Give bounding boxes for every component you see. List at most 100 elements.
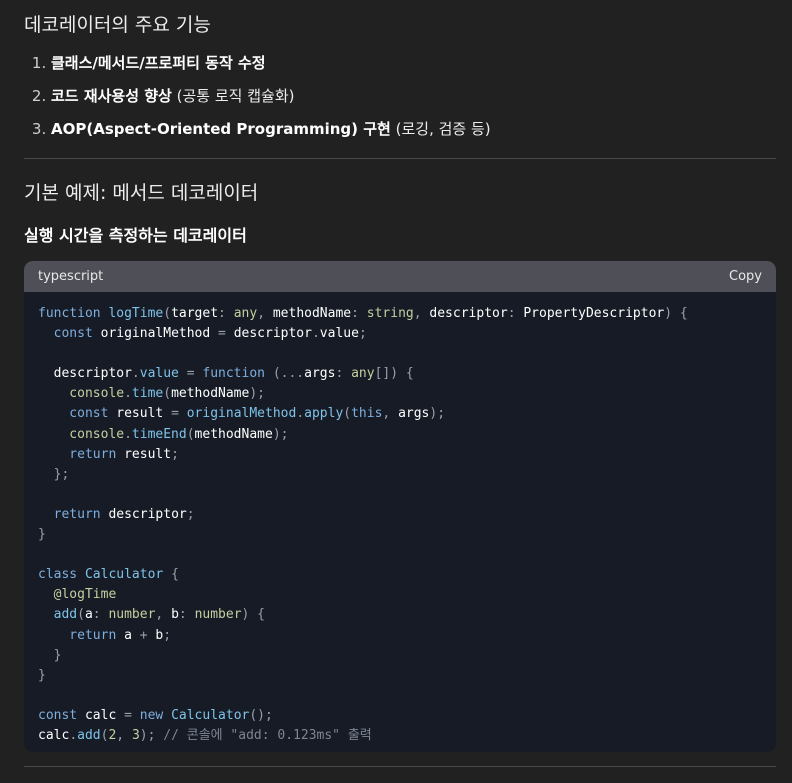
code-token: : <box>507 306 524 321</box>
code-token: Calculator <box>84 567 164 583</box>
code-token: result <box>124 446 172 462</box>
code-line: } <box>38 647 62 663</box>
code-token: . <box>124 426 132 442</box>
code-token: // 콘솔에 "add: 0.123ms" 출력 <box>163 727 372 743</box>
code-token: return <box>38 446 125 462</box>
code-language-label: typescript <box>38 269 104 284</box>
code-token: a <box>84 607 93 623</box>
list-item: 코드 재사용성 향상 (공통 로직 캡슐화) <box>51 85 776 107</box>
code-block: typescript Copy function logTime(target:… <box>24 261 776 752</box>
code-token: b <box>171 607 179 623</box>
code-token: PropertyDescriptor <box>523 306 665 321</box>
code-line: descriptor.value = function (...args: an… <box>38 366 414 381</box>
code-token: Calculator <box>171 707 250 723</box>
code-token: function <box>202 366 273 382</box>
code-line: calc.add(2, 3); // 콘솔에 "add: 0.123ms" 출력 <box>38 728 372 743</box>
code-token: methodName <box>194 426 273 442</box>
code-token: . <box>311 326 320 342</box>
code-token: = <box>178 366 203 382</box>
code-token: originalMethod <box>100 326 211 342</box>
code-token: : <box>218 306 234 321</box>
code-line: function logTime(target: any, methodName… <box>38 306 688 321</box>
code-token: result <box>116 406 164 422</box>
code-token: args <box>304 366 336 382</box>
code-token: (... <box>272 366 305 382</box>
code-token: , <box>413 306 430 321</box>
code-line: const calc = new Calculator(); <box>38 708 273 723</box>
code-token: ; <box>358 326 367 342</box>
code-token: : <box>178 607 195 623</box>
code-token: return <box>38 627 125 643</box>
code-token: timeEnd <box>131 426 187 442</box>
code-token: : <box>335 366 352 382</box>
code-token: any <box>351 366 375 382</box>
code-token: (); <box>249 707 273 723</box>
code-token: class <box>38 567 85 583</box>
code-token: { <box>163 567 179 583</box>
code-token: number <box>108 607 156 623</box>
code-token: : <box>92 607 109 623</box>
code-token: ; <box>171 446 179 462</box>
features-heading: 데코레이터의 주요 기능 <box>24 14 211 36</box>
copy-button[interactable]: Copy <box>729 269 762 284</box>
code-token: apply <box>304 406 344 422</box>
code-token: value <box>319 326 359 342</box>
code-token: . <box>131 366 140 382</box>
list-item: AOP(Aspect-Oriented Programming) 구현 (로깅,… <box>51 118 776 140</box>
code-token: = <box>116 707 140 723</box>
code-token: }; <box>38 466 70 482</box>
code-token: ); <box>272 426 289 442</box>
code-token: = <box>163 406 187 422</box>
code-token: methodName <box>272 306 352 321</box>
feature-rest: (로깅, 검증 등) <box>390 120 491 138</box>
code-token: ; <box>186 506 195 522</box>
code-line: add(a: number, b: number) { <box>38 607 265 622</box>
code-token: originalMethod <box>186 406 297 422</box>
code-token: . <box>69 727 78 743</box>
code-token: , <box>155 607 172 623</box>
code-token: this <box>351 406 383 422</box>
code-token: } <box>38 647 62 663</box>
code-token: ) { <box>664 306 688 321</box>
code-token: []) { <box>374 366 414 382</box>
code-token: any <box>233 306 258 321</box>
code-line: class Calculator { <box>38 567 179 582</box>
code-token: time <box>131 386 164 402</box>
code-token: calc <box>84 707 117 723</box>
code-token: descriptor <box>108 506 187 522</box>
code-token: const <box>38 707 85 723</box>
code-token: descriptor <box>233 326 312 342</box>
feature-bold: 클래스/메서드/프로퍼티 동작 수정 <box>51 54 266 72</box>
code-token: methodName <box>171 386 250 402</box>
code-token: ( <box>343 406 352 422</box>
feature-rest: (공통 로직 캡슐화) <box>171 87 295 105</box>
code-token: console <box>38 386 125 402</box>
code-token: new <box>139 707 172 723</box>
code-line: const result = originalMethod.apply(this… <box>38 406 445 421</box>
code-token: string <box>366 306 414 321</box>
code-token: : <box>351 306 367 321</box>
feature-bold: AOP(Aspect-Oriented Programming) 구현 <box>51 120 391 138</box>
code-token: target <box>171 306 219 321</box>
code-token: , <box>116 727 132 743</box>
code-token: args <box>398 406 430 422</box>
code-token: descriptor <box>38 366 132 382</box>
code-token: ); <box>249 386 265 402</box>
code-token: add <box>38 607 78 623</box>
code-header: typescript Copy <box>24 261 776 292</box>
exec-time-heading: 실행 시간을 측정하는 데코레이터 <box>24 226 247 245</box>
code-token: ); <box>429 406 446 422</box>
code-token: logTime <box>108 306 164 321</box>
code-line: return descriptor; <box>38 507 195 522</box>
code-token: number <box>194 607 242 623</box>
basic-example-heading: 기본 예제: 메서드 데코레이터 <box>24 182 259 204</box>
code-token: add <box>77 727 101 743</box>
code-token: @logTime <box>38 587 117 603</box>
list-item: 클래스/메서드/프로퍼티 동작 수정 <box>51 52 776 74</box>
code-token: ) { <box>241 607 266 623</box>
code-token: console <box>38 426 125 442</box>
code-token: + <box>131 627 156 643</box>
code-token: ( <box>77 607 85 623</box>
code-token: , <box>257 306 273 321</box>
code-token: ( <box>186 426 195 442</box>
